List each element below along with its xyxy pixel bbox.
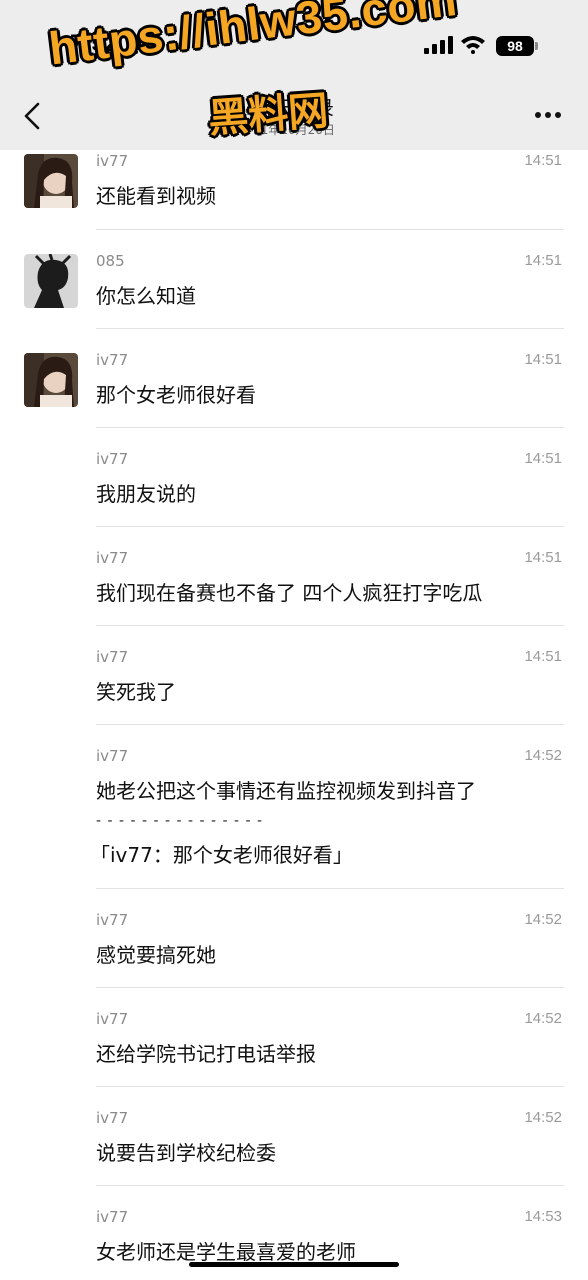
wifi-icon: [461, 36, 485, 54]
battery-indicator: 98: [496, 36, 540, 56]
message-sender: iv77: [96, 1208, 129, 1226]
list-item[interactable]: iv77 14:51 笑死我了: [0, 626, 588, 725]
message-time: 14:51: [524, 152, 562, 169]
home-indicator[interactable]: [189, 1262, 399, 1267]
list-item[interactable]: iv77 14:52 还给学院书记打电话举报: [0, 988, 588, 1087]
message-text: 还能看到视频: [96, 184, 216, 208]
message-time: 14:51: [524, 648, 562, 665]
message-text: 说要告到学校纪检委: [96, 1141, 276, 1165]
message-sender: iv77: [96, 450, 129, 468]
list-item[interactable]: iv77 14:51 还能看到视频: [0, 150, 588, 230]
message-list[interactable]: iv77 14:51 还能看到视频 085 14:51 你怎么知道 iv77 1…: [0, 150, 588, 1280]
bell-off-icon: [126, 35, 146, 55]
message-sender: iv77: [96, 747, 129, 765]
message-text: 我们现在备赛也不备了 四个人疯狂打字吃瓜: [96, 581, 483, 605]
quoted-message[interactable]: 「iv77：那个女老师很好看」: [90, 839, 353, 868]
message-text: 感觉要搞死她: [96, 943, 216, 967]
list-item[interactable]: iv77 14:51 那个女老师很好看: [0, 329, 588, 428]
list-item[interactable]: iv77 14:51 我朋友说的: [0, 428, 588, 527]
list-item[interactable]: iv77 14:52 她老公把这个事情还有监控视频发到抖音了 - - - - -…: [0, 725, 588, 889]
signal-icon: [424, 36, 453, 54]
message-text: 女老师还是学生最喜爱的老师: [96, 1240, 356, 1264]
message-time: 14:51: [524, 450, 562, 467]
message-text: 你怎么知道: [96, 284, 196, 308]
message-text: 那个女老师很好看: [96, 383, 256, 407]
message-time: 14:52: [524, 1109, 562, 1126]
quote-separator: - - - - - - - - - - - - - - -: [96, 813, 264, 829]
message-time: 14:51: [524, 252, 562, 269]
message-time: 14:52: [524, 747, 562, 764]
avatar[interactable]: [24, 353, 78, 407]
message-sender: iv77: [96, 1010, 129, 1028]
message-time: 14:51: [524, 549, 562, 566]
message-sender: iv77: [96, 152, 129, 170]
avatar[interactable]: [24, 154, 78, 208]
message-text: 我朋友说的: [96, 482, 196, 506]
avatar[interactable]: [24, 254, 78, 308]
message-time: 14:53: [524, 1208, 562, 1225]
list-item[interactable]: iv77 14:51 我们现在备赛也不备了 四个人疯狂打字吃瓜: [0, 527, 588, 626]
top-bar: 7:52 98 聊天记录 21年10月20日: [0, 0, 588, 150]
battery-level: 98: [496, 36, 534, 56]
message-text: 还给学院书记打电话举报: [96, 1042, 316, 1066]
message-text: 笑死我了: [96, 680, 176, 704]
list-item[interactable]: 085 14:51 你怎么知道: [0, 230, 588, 329]
message-sender: iv77: [96, 351, 129, 369]
message-time: 14:52: [524, 911, 562, 928]
message-sender: iv77: [96, 911, 129, 929]
message-text: 她老公把这个事情还有监控视频发到抖音了: [96, 779, 476, 803]
message-sender: iv77: [96, 648, 129, 666]
battery-nub: [535, 42, 538, 50]
page-subtitle: 21年10月20日: [253, 123, 335, 137]
message-sender: 085: [96, 252, 125, 270]
status-time: 7:52: [70, 30, 119, 57]
list-item[interactable]: iv77 14:52 说要告到学校纪检委: [0, 1087, 588, 1186]
message-time: 14:51: [524, 351, 562, 368]
page-title: 聊天记录: [254, 96, 334, 120]
more-options-icon[interactable]: [534, 111, 562, 119]
message-sender: iv77: [96, 549, 129, 567]
list-item[interactable]: iv77 14:52 感觉要搞死她: [0, 889, 588, 988]
message-sender: iv77: [96, 1109, 129, 1127]
message-time: 14:52: [524, 1010, 562, 1027]
